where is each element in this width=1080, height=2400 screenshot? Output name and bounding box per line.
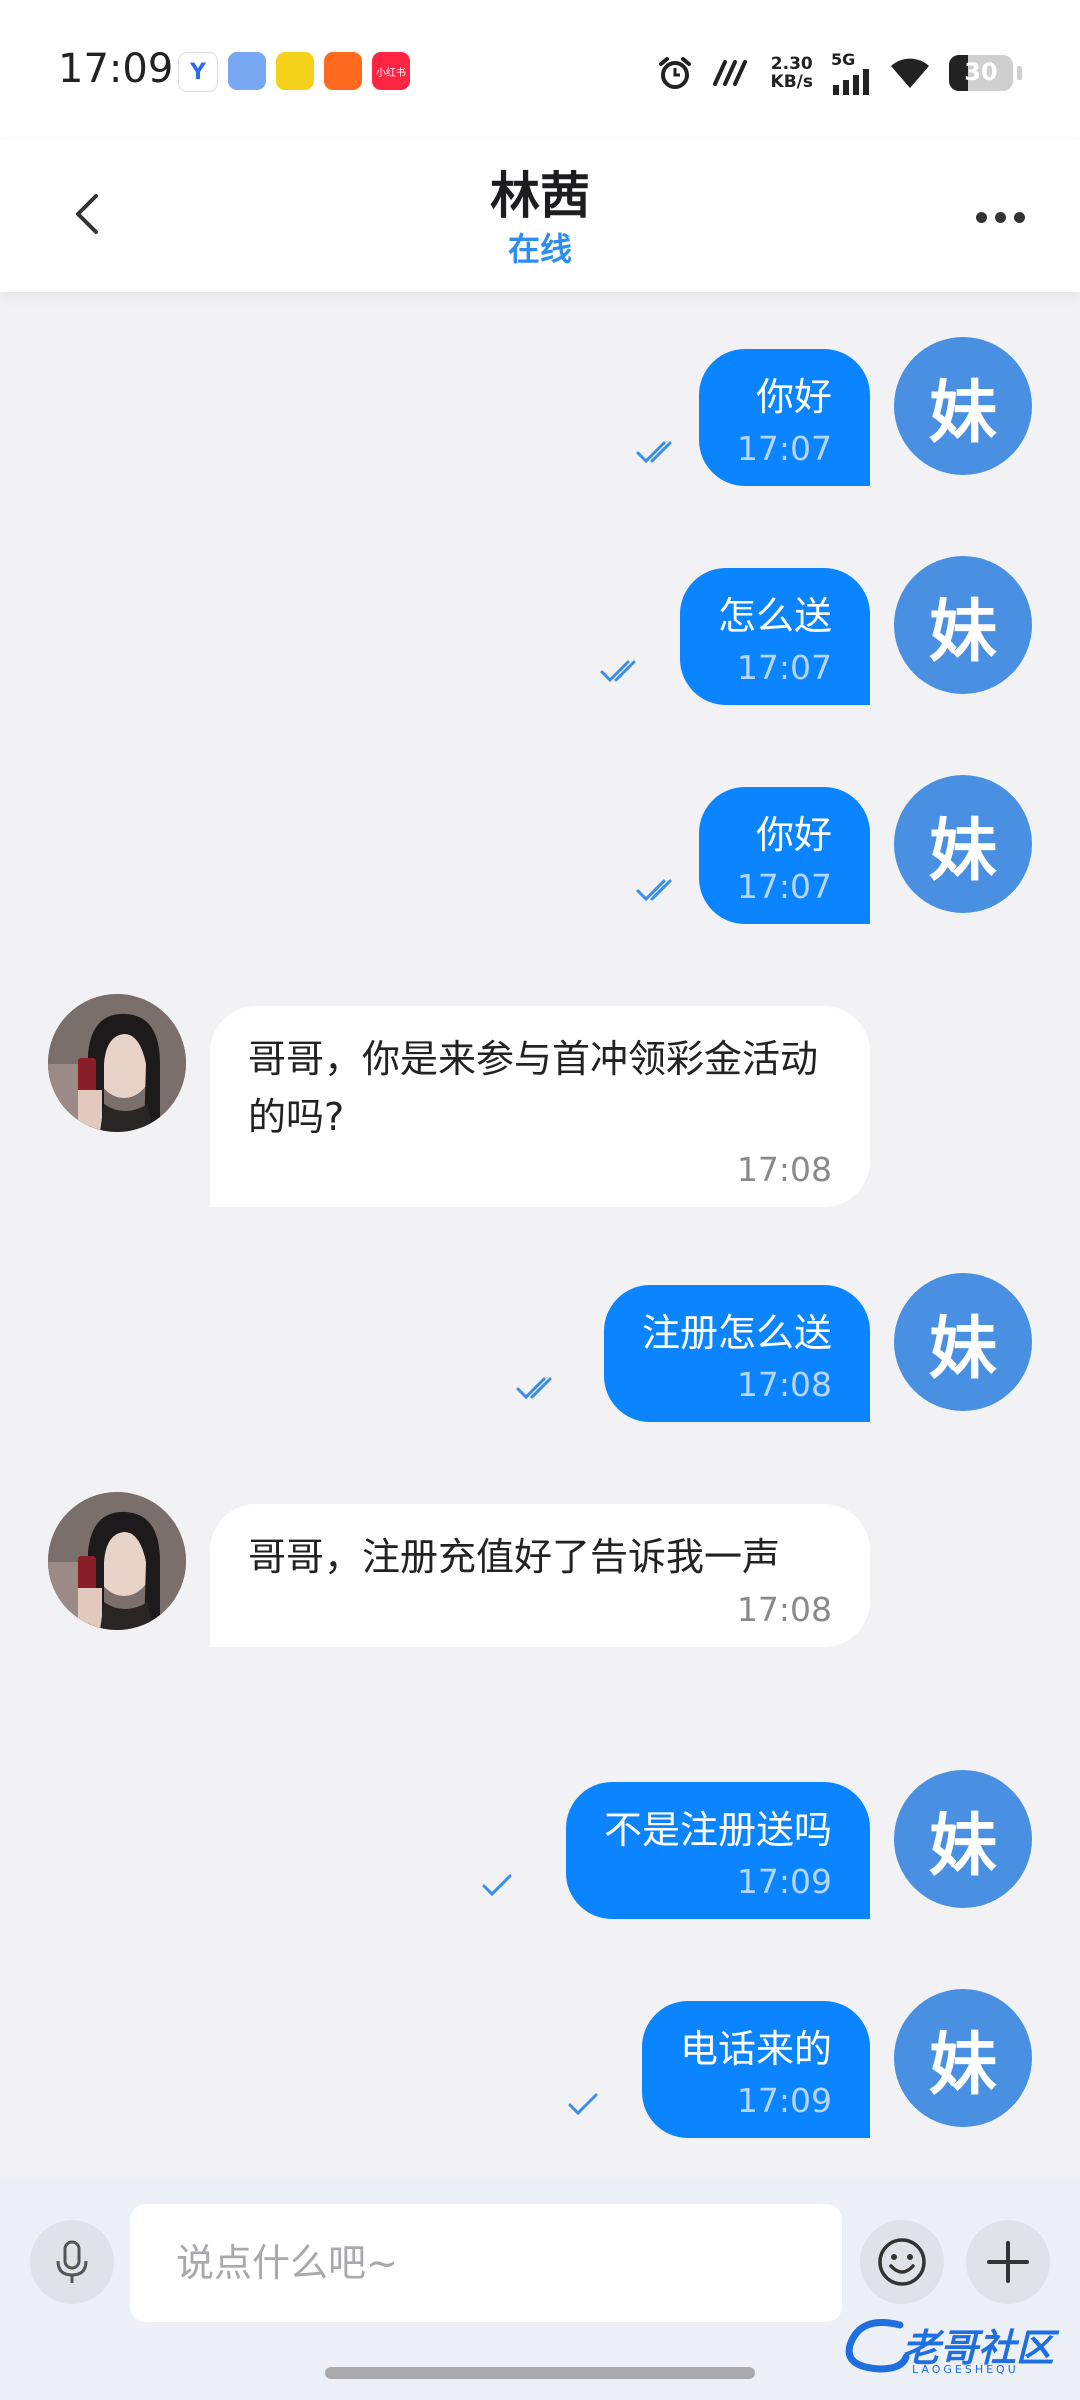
more-dot-icon <box>975 211 987 223</box>
message-text: 哥哥，注册充值好了告诉我一声 <box>248 1535 781 1579</box>
message-text: 怎么送 <box>717 594 832 638</box>
message-input[interactable] <box>130 2204 842 2322</box>
more-dot-icon <box>1013 211 1025 223</box>
contact-avatar[interactable] <box>48 994 186 1132</box>
message-bubble[interactable]: 哥哥，你是来参与首冲领彩金活动的吗? 17:08 <box>210 1006 870 1207</box>
status-bar: 17:09 Y 小红书 2.30 KB/s 5G 30 <box>0 0 1080 140</box>
signal-icon <box>833 69 869 95</box>
message-time: 17:08 <box>736 1365 832 1404</box>
double-check-icon <box>636 879 672 902</box>
input-bar: 老哥社区 LAOGESHEQU <box>0 2177 1080 2400</box>
contact-avatar[interactable] <box>48 1492 186 1630</box>
message-time: 17:07 <box>736 648 832 687</box>
status-time: 17:09 <box>58 46 174 92</box>
message-list[interactable]: 妹 你好 17:07 妹 怎么送 17:07 妹 你好 17:07 哥哥，你是来… <box>0 292 1080 2177</box>
my-avatar[interactable]: 妹 <box>894 556 1032 694</box>
message-bubble[interactable]: 你好 17:07 <box>698 349 870 486</box>
contact-name: 林茜 <box>490 167 590 225</box>
nfc-icon <box>712 59 747 86</box>
app-icon-2 <box>228 52 266 90</box>
message-text: 电话来的 <box>679 2027 832 2071</box>
message-time: 17:07 <box>736 429 832 468</box>
chat-header: 林茜 在线 <box>0 140 1080 292</box>
my-avatar[interactable]: 妹 <box>894 1770 1032 1908</box>
network-type: 5G <box>831 50 856 69</box>
app-icon-3 <box>276 52 314 90</box>
message-time: 17:09 <box>736 2081 832 2120</box>
check-icon <box>568 2093 598 2116</box>
status-app-icons: Y 小红书 <box>178 52 410 92</box>
double-check-icon <box>636 441 672 464</box>
more-dot-icon <box>994 211 1006 223</box>
message-text: 哥哥，你是来参与首冲领彩金活动的吗? <box>248 1037 819 1139</box>
check-icon <box>482 1874 512 1897</box>
wifi-icon <box>891 58 929 88</box>
message-time: 17:09 <box>736 1862 832 1901</box>
message-bubble[interactable]: 哥哥，注册充值好了告诉我一声 17:08 <box>210 1504 870 1647</box>
home-indicator[interactable] <box>325 2367 755 2379</box>
status-right: 2.30 KB/s 5G 30 <box>657 50 1022 95</box>
dragon-logo-icon <box>845 2319 910 2373</box>
message-bubble[interactable]: 你好 17:07 <box>698 787 870 924</box>
net-speed-value: 2.30 <box>770 53 813 74</box>
battery-tip <box>1017 65 1022 80</box>
my-avatar[interactable]: 妹 <box>894 775 1032 913</box>
plus-icon <box>987 2241 1029 2283</box>
message-bubble[interactable]: 不是注册送吗 17:09 <box>565 1782 870 1919</box>
battery-icon: 30 <box>949 54 1013 91</box>
message-bubble[interactable]: 电话来的 17:09 <box>641 2001 870 2138</box>
net-speed: 2.30 KB/s <box>771 55 813 91</box>
my-avatar[interactable]: 妹 <box>894 1273 1032 1411</box>
message-text: 你好 <box>755 813 832 857</box>
app-icon-5: 小红书 <box>372 52 410 90</box>
contact-photo <box>48 1492 186 1630</box>
message-time: 17:07 <box>736 867 832 906</box>
watermark-subtext: LAOGESHEQU <box>912 2363 1019 2376</box>
voice-button[interactable] <box>30 2220 114 2304</box>
message-text: 不是注册送吗 <box>603 1808 832 1852</box>
app-icon-1: Y <box>178 52 218 92</box>
add-attachment-button[interactable] <box>966 2220 1050 2304</box>
more-options-button[interactable] <box>960 200 1040 234</box>
message-text: 你好 <box>755 375 832 419</box>
emoji-button[interactable] <box>860 2220 944 2304</box>
contact-photo <box>48 994 186 1132</box>
double-check-icon <box>600 660 636 683</box>
battery-level: 30 <box>964 57 998 86</box>
message-text: 注册怎么送 <box>641 1311 832 1355</box>
online-status: 在线 <box>507 230 572 268</box>
double-check-icon <box>516 1377 552 1400</box>
message-bubble[interactable]: 注册怎么送 17:08 <box>603 1285 870 1422</box>
watermark-logo: 老哥社区 LAOGESHEQU <box>840 2315 1070 2381</box>
net-speed-unit: KB/s <box>770 71 813 92</box>
message-time: 17:08 <box>736 1150 832 1189</box>
app-icon-4 <box>324 52 362 90</box>
message-bubble[interactable]: 怎么送 17:07 <box>679 568 870 705</box>
cell-signal: 5G <box>831 50 871 95</box>
my-avatar[interactable]: 妹 <box>894 1989 1032 2127</box>
alarm-icon <box>658 56 691 89</box>
smiley-icon <box>878 2238 926 2286</box>
message-time: 17:08 <box>736 1590 832 1629</box>
microphone-icon <box>56 2240 88 2283</box>
my-avatar[interactable]: 妹 <box>894 337 1032 475</box>
